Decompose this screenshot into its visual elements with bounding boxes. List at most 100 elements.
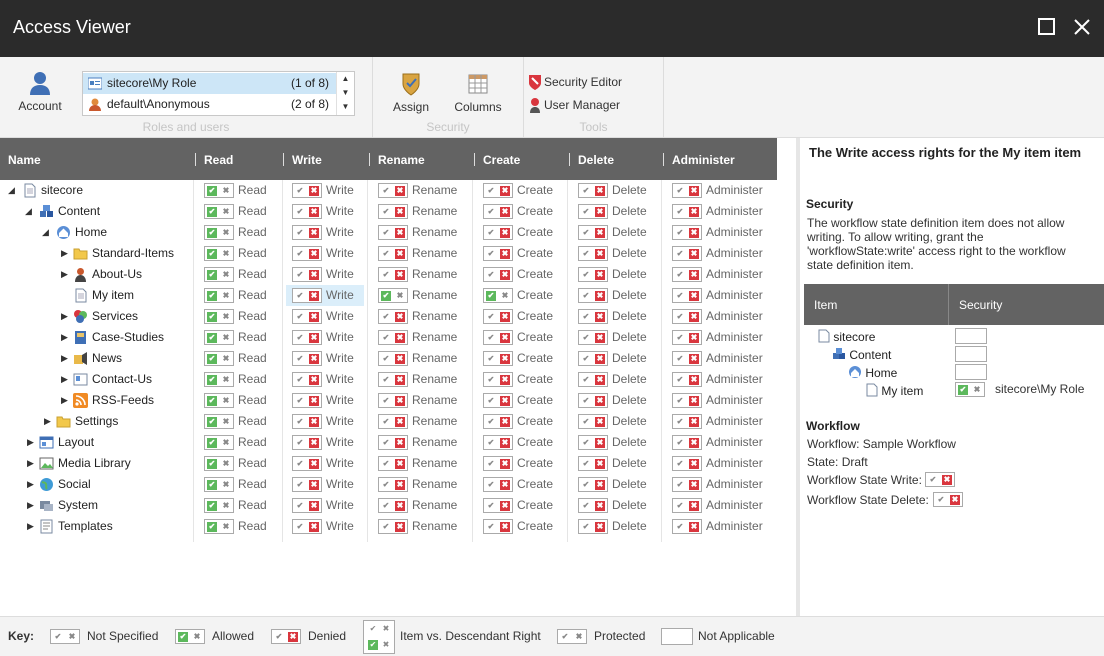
create-right-cell[interactable]: ✔ ✖ Create xyxy=(477,180,555,201)
denied-checkbox[interactable]: ✔ ✖ xyxy=(378,225,408,240)
denied-checkbox[interactable]: ✔ ✖ xyxy=(292,288,322,303)
read-right-cell[interactable]: ✔ ✖ Read xyxy=(198,432,278,453)
denied-checkbox[interactable]: ✔ ✖ xyxy=(292,267,322,282)
denied-checkbox[interactable]: ✔ ✖ xyxy=(672,267,702,282)
denied-checkbox[interactable]: ✔ ✖ xyxy=(292,204,322,219)
read-right-cell[interactable]: ✔ ✖ Read xyxy=(198,516,278,537)
col-write[interactable]: Write xyxy=(292,153,322,167)
denied-checkbox[interactable]: ✔ ✖ xyxy=(292,477,322,492)
delete-right-cell[interactable]: ✔ ✖ Delete xyxy=(572,285,650,306)
denied-checkbox[interactable]: ✔ ✖ xyxy=(483,246,513,261)
denied-checkbox[interactable]: ✔ ✖ xyxy=(483,435,513,450)
denied-checkbox[interactable]: ✔ ✖ xyxy=(483,498,513,513)
denied-checkbox[interactable]: ✔ ✖ xyxy=(578,246,608,261)
read-right-cell[interactable]: ✔ ✖ Read xyxy=(198,474,278,495)
write-right-cell[interactable]: ✔ ✖ Write xyxy=(286,201,364,222)
rename-right-cell[interactable]: ✔ ✖ Rename xyxy=(372,180,457,201)
col-delete[interactable]: Delete xyxy=(578,153,614,167)
create-right-cell[interactable]: ✔ ✖ Create xyxy=(477,390,555,411)
denied-checkbox[interactable]: ✔ ✖ xyxy=(292,456,322,471)
allowed-checkbox[interactable]: ✔ ✖ xyxy=(204,456,234,471)
expand-arrow-icon[interactable]: ▶ xyxy=(61,306,71,327)
denied-checkbox[interactable]: ✔ ✖ xyxy=(378,498,408,513)
denied-checkbox[interactable]: ✔ ✖ xyxy=(483,519,513,534)
create-right-cell[interactable]: ✔ ✖ Create xyxy=(477,516,555,537)
read-right-cell[interactable]: ✔ ✖ Read xyxy=(198,327,278,348)
denied-checkbox[interactable]: ✔ ✖ xyxy=(578,519,608,534)
expand-arrow-icon[interactable]: ▶ xyxy=(61,348,71,369)
collapse-arrow-icon[interactable]: ◢ xyxy=(25,201,35,222)
create-right-cell[interactable]: ✔ ✖ Create xyxy=(477,348,555,369)
write-right-cell[interactable]: ✔ ✖ Write xyxy=(286,411,364,432)
delete-right-cell[interactable]: ✔ ✖ Delete xyxy=(572,516,650,537)
expand-arrow-icon[interactable]: ▶ xyxy=(61,327,71,348)
denied-checkbox[interactable]: ✔ ✖ xyxy=(292,246,322,261)
denied-checkbox[interactable]: ✔ ✖ xyxy=(578,393,608,408)
allowed-checkbox[interactable]: ✔ ✖ xyxy=(204,519,234,534)
denied-checkbox[interactable]: ✔ ✖ xyxy=(483,183,513,198)
denied-checkbox[interactable]: ✔ ✖ xyxy=(483,477,513,492)
create-right-cell[interactable]: ✔ ✖ Create xyxy=(477,474,555,495)
create-right-cell[interactable]: ✔ ✖ Create xyxy=(477,369,555,390)
rename-right-cell[interactable]: ✔ ✖ Rename xyxy=(372,495,457,516)
administer-right-cell[interactable]: ✔ ✖ Administer xyxy=(666,411,763,432)
allowed-checkbox[interactable]: ✔ ✖ xyxy=(204,225,234,240)
denied-checkbox[interactable]: ✔ ✖ xyxy=(378,393,408,408)
denied-checkbox[interactable]: ✔ ✖ xyxy=(483,351,513,366)
denied-checkbox[interactable]: ✔ ✖ xyxy=(672,414,702,429)
administer-right-cell[interactable]: ✔ ✖ Administer xyxy=(666,201,763,222)
rename-right-cell[interactable]: ✔ ✖ Rename xyxy=(372,243,457,264)
rename-right-cell[interactable]: ✔ ✖ Rename xyxy=(372,474,457,495)
denied-checkbox[interactable]: ✔ ✖ xyxy=(672,393,702,408)
denied-checkbox[interactable]: ✔ ✖ xyxy=(578,225,608,240)
denied-checkbox[interactable]: ✔ ✖ xyxy=(378,435,408,450)
user-manager-link[interactable]: User Manager xyxy=(530,98,620,113)
denied-checkbox[interactable]: ✔ ✖ xyxy=(578,267,608,282)
rename-right-cell[interactable]: ✔ ✖ Rename xyxy=(372,369,457,390)
write-right-cell[interactable]: ✔ ✖ Write xyxy=(286,369,364,390)
delete-right-cell[interactable]: ✔ ✖ Delete xyxy=(572,264,650,285)
denied-checkbox[interactable]: ✔ ✖ xyxy=(578,372,608,387)
denied-checkbox[interactable]: ✔ ✖ xyxy=(578,477,608,492)
denied-checkbox[interactable]: ✔ ✖ xyxy=(578,351,608,366)
write-right-cell[interactable]: ✔ ✖ Write xyxy=(286,222,364,243)
read-right-cell[interactable]: ✔ ✖ Read xyxy=(198,222,278,243)
denied-checkbox[interactable]: ✔ ✖ xyxy=(292,414,322,429)
allowed-checkbox[interactable]: ✔ ✖ xyxy=(204,477,234,492)
delete-right-cell[interactable]: ✔ ✖ Delete xyxy=(572,453,650,474)
maximize-icon[interactable] xyxy=(1038,18,1056,36)
denied-checkbox[interactable]: ✔ ✖ xyxy=(672,183,702,198)
denied-checkbox[interactable]: ✔ ✖ xyxy=(578,288,608,303)
expand-arrow-icon[interactable]: ▶ xyxy=(27,432,37,453)
expand-arrow-icon[interactable]: ▶ xyxy=(61,390,71,411)
denied-checkbox[interactable]: ✔ ✖ xyxy=(672,225,702,240)
denied-checkbox[interactable]: ✔ ✖ xyxy=(672,372,702,387)
administer-right-cell[interactable]: ✔ ✖ Administer xyxy=(666,516,763,537)
denied-checkbox[interactable]: ✔ ✖ xyxy=(378,456,408,471)
denied-checkbox[interactable]: ✔ ✖ xyxy=(672,288,702,303)
read-right-cell[interactable]: ✔ ✖ Read xyxy=(198,411,278,432)
delete-right-cell[interactable]: ✔ ✖ Delete xyxy=(572,327,650,348)
allowed-checkbox[interactable]: ✔ ✖ xyxy=(204,309,234,324)
delete-right-cell[interactable]: ✔ ✖ Delete xyxy=(572,306,650,327)
role-item[interactable]: default\Anonymous (2 of 8) xyxy=(83,94,337,115)
delete-right-cell[interactable]: ✔ ✖ Delete xyxy=(572,369,650,390)
administer-right-cell[interactable]: ✔ ✖ Administer xyxy=(666,495,763,516)
delete-right-cell[interactable]: ✔ ✖ Delete xyxy=(572,222,650,243)
read-right-cell[interactable]: ✔ ✖ Read xyxy=(198,264,278,285)
delete-right-cell[interactable]: ✔ ✖ Delete xyxy=(572,411,650,432)
delete-right-cell[interactable]: ✔ ✖ Delete xyxy=(572,390,650,411)
col-name[interactable]: Name xyxy=(8,153,41,167)
administer-right-cell[interactable]: ✔ ✖ Administer xyxy=(666,327,763,348)
rename-right-cell[interactable]: ✔ ✖ Rename xyxy=(372,264,457,285)
read-right-cell[interactable]: ✔ ✖ Read xyxy=(198,495,278,516)
denied-checkbox[interactable]: ✔ ✖ xyxy=(672,435,702,450)
write-right-cell[interactable]: ✔ ✖ Write xyxy=(286,180,364,201)
col-rename[interactable]: Rename xyxy=(378,153,425,167)
administer-right-cell[interactable]: ✔ ✖ Administer xyxy=(666,432,763,453)
denied-checkbox[interactable]: ✔ ✖ xyxy=(578,183,608,198)
write-right-cell[interactable]: ✔ ✖ Write xyxy=(286,348,364,369)
collapse-arrow-icon[interactable]: ◢ xyxy=(8,180,18,201)
denied-checkbox[interactable]: ✔ ✖ xyxy=(378,246,408,261)
denied-checkbox[interactable]: ✔ ✖ xyxy=(292,351,322,366)
